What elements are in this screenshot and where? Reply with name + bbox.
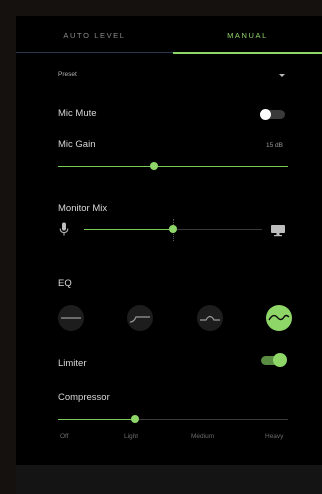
slider-thumb[interactable] (131, 415, 139, 423)
chevron-down-icon (279, 74, 285, 77)
eq-mid-boost-icon (200, 315, 220, 321)
monitor-mix-label: Monitor Mix (58, 203, 108, 214)
slider-track (58, 166, 288, 167)
eq-option-flat[interactable] (58, 305, 84, 331)
slider-thumb[interactable] (150, 162, 158, 170)
eq-option-wave[interactable] (266, 305, 292, 331)
compressor-slider[interactable] (58, 414, 288, 424)
mode-tabs: AUTO LEVEL MANUAL (16, 16, 322, 54)
slider-track-filled (58, 419, 135, 420)
slider-thumb[interactable] (169, 225, 177, 233)
limiter-toggle[interactable] (260, 353, 288, 367)
preset-dropdown[interactable] (52, 66, 292, 84)
mic-gain-value: 15 dB (266, 142, 283, 149)
toggle-knob (273, 353, 287, 367)
tab-auto-level[interactable]: AUTO LEVEL (16, 16, 173, 53)
compressor-level-heavy: Heavy (265, 433, 284, 440)
microphone-icon (59, 222, 69, 236)
eq-option-mid-boost[interactable] (197, 305, 223, 331)
mixer-panel: AUTO LEVEL MANUAL Preset Mic Mute Mic Ga… (16, 16, 322, 494)
eq-low-cut-icon (129, 316, 150, 323)
mic-gain-label: Mic Gain (58, 139, 96, 150)
monitor-mix-slider[interactable] (84, 219, 262, 241)
compressor-level-light: Light (124, 433, 139, 440)
limiter-label: Limiter (58, 358, 87, 369)
mic-mute-toggle[interactable] (260, 109, 286, 121)
slider-track-empty (173, 229, 262, 230)
slider-track-filled (84, 229, 173, 230)
eq-label: EQ (58, 278, 72, 289)
slider-track-empty (135, 419, 288, 420)
eq-option-low-cut[interactable] (127, 305, 153, 331)
tab-manual[interactable]: MANUAL (173, 16, 322, 54)
eq-flat-icon (61, 317, 81, 319)
compressor-level-medium: Medium (191, 433, 215, 440)
toggle-knob (260, 109, 271, 120)
monitor-icon (271, 225, 285, 237)
compressor-label: Compressor (58, 392, 110, 403)
panel-footer (16, 465, 322, 494)
compressor-level-off: Off (60, 433, 69, 440)
eq-wave-icon (268, 314, 290, 321)
mic-mute-label: Mic Mute (58, 108, 97, 119)
